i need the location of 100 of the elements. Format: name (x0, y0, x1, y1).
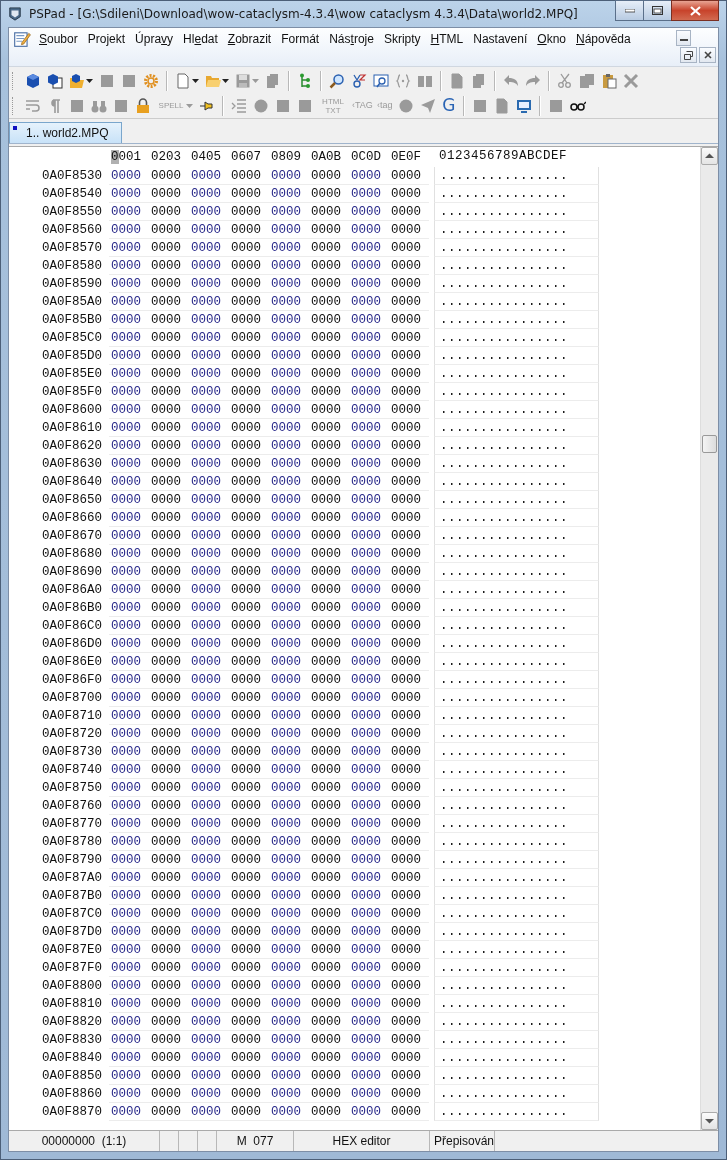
hex-value[interactable]: 0000 (309, 365, 349, 382)
hex-value[interactable]: 0000 (269, 509, 309, 526)
hex-value[interactable]: 0000 (109, 1103, 149, 1120)
hex-value[interactable]: 0000 (189, 959, 229, 976)
text-value[interactable]: ................ (434, 1049, 599, 1067)
hex-value[interactable]: 0000 (309, 707, 349, 724)
hex-value[interactable]: 0000 (309, 797, 349, 814)
hex-value[interactable]: 0000 (349, 887, 389, 904)
hex-value[interactable]: 0000 (269, 239, 309, 256)
hex-value[interactable]: 0000 (349, 833, 389, 850)
hex-value[interactable]: 0000 (269, 545, 309, 562)
text-value[interactable]: ................ (434, 851, 599, 869)
hex-value[interactable]: 0000 (389, 635, 429, 652)
hex-value[interactable]: 0000 (309, 653, 349, 670)
hex-value[interactable]: 0000 (269, 563, 309, 580)
hex-value[interactable]: 0000 (389, 293, 429, 310)
hex-value[interactable]: 0000 (229, 887, 269, 904)
hex-value[interactable]: 0000 (149, 617, 189, 634)
hex-value[interactable]: 0000 (109, 959, 149, 976)
hex-value[interactable]: 0000 (109, 1049, 149, 1066)
text-value[interactable]: ................ (434, 347, 599, 365)
hex-value[interactable]: 0000 (389, 977, 429, 994)
hex-value[interactable]: 0000 (269, 617, 309, 634)
hex-value[interactable]: 0000 (389, 689, 429, 706)
hex-value[interactable]: 0000 (349, 293, 389, 310)
hex-value[interactable]: 0000 (229, 797, 269, 814)
hex-value[interactable]: 0000 (189, 527, 229, 544)
hex-value[interactable]: 0000 (349, 185, 389, 202)
hex-value[interactable]: 0000 (149, 707, 189, 724)
hex-value[interactable]: 0000 (149, 815, 189, 832)
hex-value[interactable]: 0000 (309, 581, 349, 598)
hex-value[interactable]: 0000 (309, 167, 349, 184)
hex-value[interactable]: 0000 (269, 1013, 309, 1030)
hex-value[interactable]: 0000 (389, 311, 429, 328)
hex-value[interactable]: 0000 (349, 995, 389, 1012)
text-value[interactable]: ................ (434, 635, 599, 653)
hex-value[interactable]: 0000 (349, 599, 389, 616)
hex-value[interactable]: 0000 (309, 509, 349, 526)
hex-value[interactable]: 0000 (229, 995, 269, 1012)
hex-value[interactable]: 0000 (309, 959, 349, 976)
hex-value[interactable]: 0000 (269, 923, 309, 940)
hex-value[interactable]: 0000 (309, 275, 349, 292)
hex-value[interactable]: 0000 (349, 167, 389, 184)
hex-value[interactable]: 0000 (309, 203, 349, 220)
hex-value[interactable]: 0000 (189, 1085, 229, 1102)
hex-value[interactable]: 0000 (229, 725, 269, 742)
hex-value[interactable]: 0000 (189, 293, 229, 310)
minimize-button[interactable] (615, 0, 644, 21)
hex-value[interactable]: 0000 (189, 185, 229, 202)
text-value[interactable]: ................ (434, 455, 599, 473)
hex-value[interactable]: 0000 (309, 311, 349, 328)
hex-value[interactable]: 0000 (109, 257, 149, 274)
hex-value[interactable]: 0000 (229, 473, 269, 490)
hex-value[interactable]: 0000 (349, 959, 389, 976)
hex-value[interactable]: 0000 (269, 779, 309, 796)
hex-value[interactable]: 0000 (389, 473, 429, 490)
hex-value[interactable]: 0000 (309, 401, 349, 418)
hex-value[interactable]: 0000 (189, 707, 229, 724)
hex-value[interactable]: 0000 (389, 167, 429, 184)
hex-value[interactable]: 0000 (229, 527, 269, 544)
hex-value[interactable]: 0000 (189, 941, 229, 958)
hex-value[interactable]: 0000 (349, 563, 389, 580)
hex-value[interactable]: 0000 (149, 1013, 189, 1030)
vertical-scrollbar[interactable] (700, 147, 718, 1130)
hex-value[interactable]: 0000 (309, 671, 349, 688)
hex-value[interactable]: 0000 (389, 599, 429, 616)
hex-value[interactable]: 0000 (189, 491, 229, 508)
hex-value[interactable]: 0000 (229, 761, 269, 778)
hex-value[interactable]: 0000 (109, 581, 149, 598)
hex-value[interactable]: 0000 (149, 509, 189, 526)
hex-value[interactable]: 0000 (109, 329, 149, 346)
hex-value[interactable]: 0000 (109, 1085, 149, 1102)
menu-item[interactable]: Soubor (34, 28, 83, 49)
hex-value[interactable]: 0000 (149, 491, 189, 508)
hex-value[interactable]: 0000 (269, 743, 309, 760)
text-value[interactable]: ................ (434, 689, 599, 707)
hex-value[interactable]: 0000 (109, 221, 149, 238)
text-value[interactable]: ................ (434, 1067, 599, 1085)
hex-value[interactable]: 0000 (389, 671, 429, 688)
hex-value[interactable]: 0000 (229, 401, 269, 418)
hex-value[interactable]: 0000 (309, 347, 349, 364)
hex-value[interactable]: 0000 (189, 797, 229, 814)
hex-value[interactable]: 0000 (109, 761, 149, 778)
text-value[interactable]: ................ (434, 599, 599, 617)
document-minimize-button[interactable] (676, 30, 691, 46)
hex-value[interactable]: 0000 (109, 905, 149, 922)
hex-value[interactable]: 0000 (309, 779, 349, 796)
text-value[interactable]: ................ (434, 1013, 599, 1031)
hex-value[interactable]: 0000 (149, 293, 189, 310)
hex-value[interactable]: 0000 (149, 437, 189, 454)
hex-value[interactable]: 0000 (389, 1049, 429, 1066)
text-value[interactable]: ................ (434, 473, 599, 491)
text-value[interactable]: ................ (434, 959, 599, 977)
hex-value[interactable]: 0000 (349, 797, 389, 814)
hex-value[interactable]: 0000 (269, 869, 309, 886)
hex-value[interactable]: 0000 (389, 1103, 429, 1120)
document-tab[interactable]: 1.. world2.MPQ (9, 122, 122, 143)
hex-value[interactable]: 0000 (149, 797, 189, 814)
hex-value[interactable]: 0000 (109, 473, 149, 490)
hex-value[interactable]: 0000 (389, 545, 429, 562)
